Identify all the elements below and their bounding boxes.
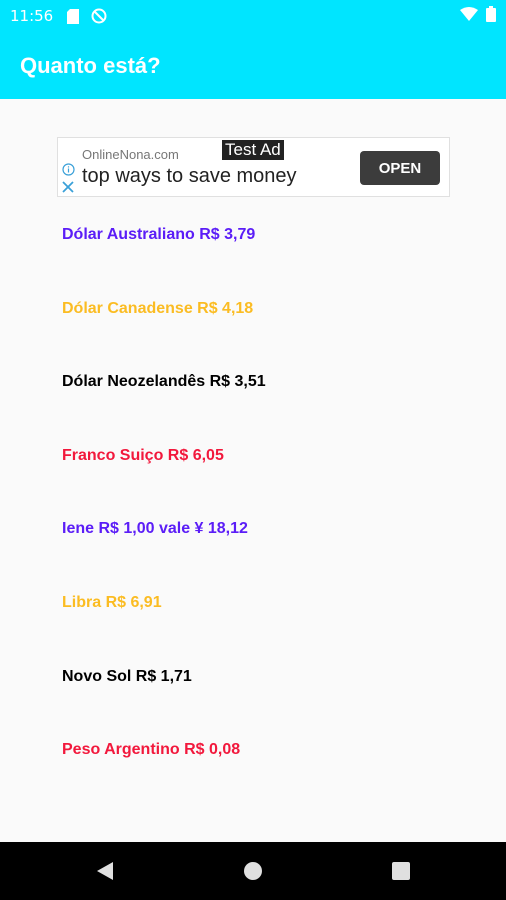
app-title: Quanto está?	[20, 52, 161, 78]
info-icon[interactable]	[62, 163, 75, 181]
rate-item[interactable]: Iene R$ 1,00 vale ¥ 18,12	[62, 517, 266, 591]
rate-item[interactable]: Novo Sol R$ 1,71	[62, 665, 266, 739]
wifi-icon	[460, 7, 478, 25]
rate-item[interactable]: Peso Argentino R$ 0,08	[62, 738, 266, 812]
sd-card-icon	[67, 8, 80, 24]
battery-icon	[486, 6, 496, 26]
ad-banner[interactable]: OnlineNona.com Test Ad top ways to save …	[57, 137, 450, 197]
navigation-bar	[0, 842, 506, 900]
back-icon[interactable]	[85, 851, 125, 891]
rate-item[interactable]: Libra R$ 6,91	[62, 591, 266, 665]
home-icon[interactable]	[233, 851, 273, 891]
status-bar: 11:56	[0, 0, 506, 32]
rate-item[interactable]: Franco Suiço R$ 6,05	[62, 444, 266, 518]
recents-icon[interactable]	[381, 851, 421, 891]
ad-label: Test Ad	[222, 140, 284, 160]
no-disturb-icon	[91, 8, 107, 24]
rate-list: Dólar Australiano R$ 3,79 Dólar Canadens…	[62, 223, 266, 812]
rate-item[interactable]: Dólar Neozelandês R$ 3,51	[62, 370, 266, 444]
ad-domain: OnlineNona.com	[82, 147, 179, 162]
app-bar: Quanto está?	[0, 32, 506, 99]
rate-item[interactable]: Dólar Australiano R$ 3,79	[62, 223, 266, 297]
ad-headline[interactable]: top ways to save money	[82, 165, 297, 188]
close-icon[interactable]	[62, 180, 74, 198]
ad-open-button[interactable]: OPEN	[360, 151, 440, 185]
rate-item[interactable]: Dólar Canadense R$ 4,18	[62, 297, 266, 371]
status-right	[460, 0, 496, 32]
status-time: 11:56	[10, 7, 54, 25]
